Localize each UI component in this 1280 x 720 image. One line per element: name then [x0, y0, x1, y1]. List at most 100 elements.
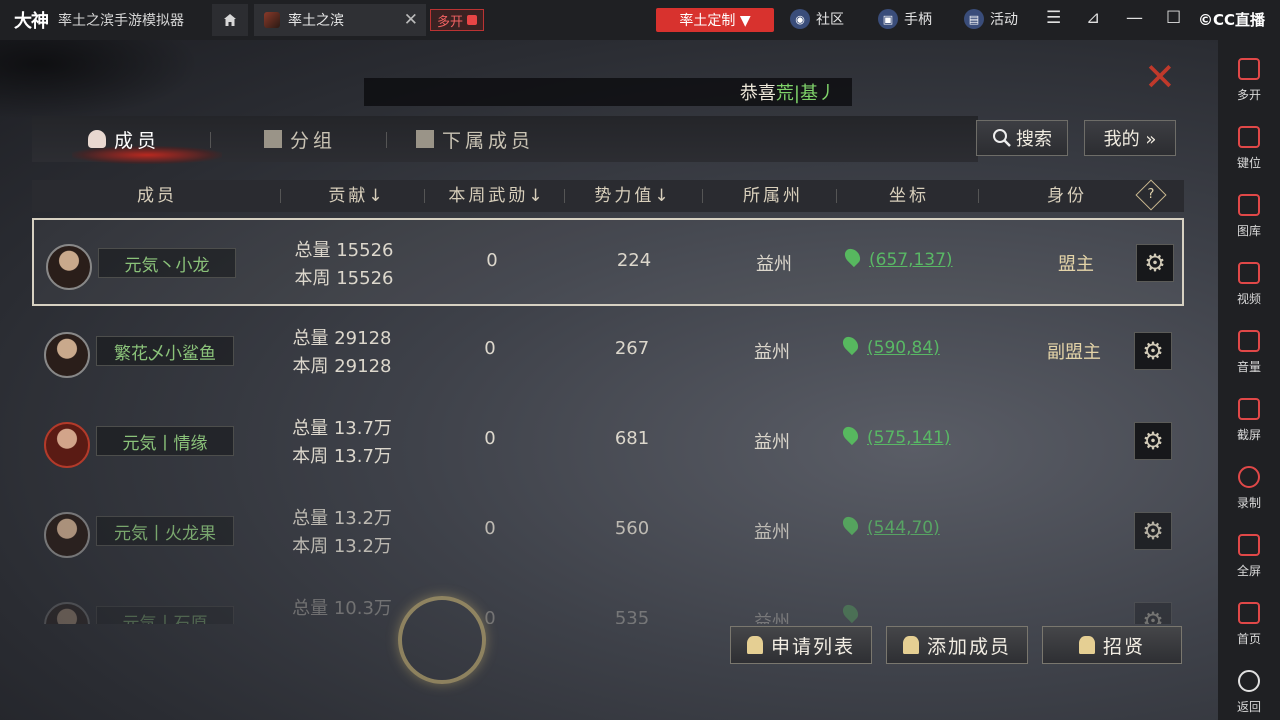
state-value: 益州 — [754, 522, 790, 543]
home-tab-button[interactable] — [212, 4, 248, 36]
tab-members[interactable]: 成员 — [88, 124, 160, 154]
menu-icon[interactable]: ☰ — [1046, 8, 1061, 28]
contribution-week: 本周 13.7万 — [292, 446, 392, 467]
coordinate-link[interactable] — [839, 601, 867, 624]
sidebar-item-label: 录制 — [1236, 496, 1261, 510]
gear-icon[interactable]: ⚙ — [1134, 332, 1172, 370]
col-divider — [702, 189, 703, 203]
close-panel-icon[interactable]: ✕ — [1144, 58, 1176, 96]
custom-button[interactable]: 率土定制 ▼ — [656, 8, 774, 32]
gear-icon[interactable]: ⚙ — [1134, 422, 1172, 460]
pin-icon[interactable]: ⊿ — [1086, 8, 1100, 28]
screenshot-icon — [1238, 398, 1260, 420]
fullscreen-icon — [1238, 534, 1260, 556]
search-label: 搜索 — [1016, 129, 1052, 150]
activity-link[interactable]: ▤ 活动 — [964, 9, 1018, 29]
recruit-button[interactable]: 招贤 — [1042, 626, 1182, 664]
coordinate-link[interactable]: (544,70) — [839, 513, 940, 538]
tab-divider — [210, 132, 211, 148]
community-icon: ◉ — [790, 9, 810, 29]
multi-open-icon — [467, 15, 478, 25]
avatar[interactable] — [44, 332, 90, 378]
game-tab-title: 率土之滨 — [288, 13, 344, 29]
avatar[interactable] — [46, 244, 92, 290]
sidebar-item-multi-open[interactable]: 多开 — [1218, 58, 1280, 103]
sidebar-item-volume[interactable]: 音量 — [1218, 330, 1280, 375]
close-icon[interactable]: ✕ — [404, 10, 418, 30]
sidebar-item-video[interactable]: 视频 — [1218, 262, 1280, 307]
coordinate-text[interactable]: (657,137) — [869, 250, 953, 270]
location-pin-icon — [839, 601, 862, 624]
video-icon — [1238, 262, 1260, 284]
coordinate-link[interactable]: (575,141) — [839, 423, 951, 448]
add-member-button[interactable]: 添加成员 — [886, 626, 1028, 664]
application-list-button[interactable]: 申请列表 — [730, 626, 872, 664]
col-weekly-merit[interactable]: 本周武勋↓ — [432, 180, 562, 212]
search-button[interactable]: 搜索 — [976, 120, 1068, 156]
col-power[interactable]: 势力值↓ — [578, 180, 688, 212]
tab-groups[interactable]: 分组 — [264, 124, 336, 154]
tab-subordinates-label: 下属成员 — [442, 129, 535, 152]
gear-icon[interactable]: ⚙ — [1136, 244, 1174, 282]
gamepad-link[interactable]: ▣ 手柄 — [878, 9, 932, 29]
avatar[interactable] — [44, 602, 90, 624]
table-row[interactable]: 元気丨情缘 总量 13.7万 本周 13.7万 0 681 益州 (575,14… — [32, 398, 1184, 486]
contribution-total: 总量 29128 — [292, 328, 392, 349]
help-icon[interactable]: ? — [1135, 179, 1167, 211]
member-list: 元気丶小龙 总量 15526 本周 15526 0 224 益州 (657,13… — [32, 218, 1184, 624]
weekly-merit: 0 — [484, 338, 496, 359]
gear-icon[interactable]: ⚙ — [1134, 602, 1172, 624]
table-row[interactable]: 繁花乄小鲨鱼 总量 29128 本周 29128 0 267 益州 (590,8… — [32, 308, 1184, 396]
col-member[interactable]: 成员 — [92, 180, 222, 212]
community-link[interactable]: ◉ 社区 — [790, 9, 844, 29]
coordinate-link[interactable]: (657,137) — [841, 245, 953, 270]
coordinate-text[interactable]: (575,141) — [867, 428, 951, 448]
sidebar-item-keymap[interactable]: 键位 — [1218, 126, 1280, 171]
game-viewport: ✕ 恭喜 荒|基丿 成员 分组 下属成员 搜索 我的 » 成员 贡献↓ 本周武勋… — [0, 40, 1218, 720]
sidebar-item-label: 全屏 — [1236, 564, 1261, 578]
contribution-total: 总量 13.7万 — [292, 418, 392, 439]
table-row[interactable]: 元気丨石原 总量 10.3万 0 535 益州 ⚙ — [32, 578, 1184, 624]
table-row[interactable]: 元気丶小龙 总量 15526 本周 15526 0 224 益州 (657,13… — [32, 218, 1184, 306]
flag-icon — [1078, 636, 1095, 654]
maximize-icon[interactable]: ☐ — [1166, 8, 1181, 28]
location-pin-icon — [839, 333, 862, 355]
activity-label: 活动 — [990, 12, 1018, 28]
col-role: 身份 — [1047, 186, 1087, 206]
sidebar-item-screenshot[interactable]: 截屏 — [1218, 398, 1280, 443]
sidebar-item-record[interactable]: 录制 — [1218, 466, 1280, 511]
contribution-cell: 总量 13.7万 本周 13.7万 — [272, 415, 412, 471]
member-name: 元気丨石原 — [96, 606, 234, 624]
tab-subordinates[interactable]: 下属成员 — [416, 124, 534, 154]
state-value: 益州 — [756, 254, 792, 275]
multi-open-label: 多开 — [437, 14, 464, 30]
game-tab[interactable]: 率土之滨 ✕ — [254, 4, 426, 36]
state-value: 益州 — [754, 432, 790, 453]
sidebar-item-back[interactable]: 返回 — [1218, 670, 1280, 715]
avatar[interactable] — [44, 422, 90, 468]
contribution-total: 总量 10.3万 — [292, 598, 392, 619]
table-row[interactable]: 元気丨火龙果 总量 13.2万 本周 13.2万 0 560 益州 (544,7… — [32, 488, 1184, 576]
multi-open-button[interactable]: 多开 — [430, 9, 485, 31]
record-icon — [1238, 466, 1260, 488]
sidebar-item-gallery[interactable]: 图库 — [1218, 194, 1280, 239]
member-name: 元気丶小龙 — [98, 248, 236, 278]
application-list-label: 申请列表 — [770, 635, 855, 658]
col-contribution[interactable]: 贡献↓ — [302, 180, 412, 212]
coordinate-link[interactable]: (590,84) — [839, 333, 940, 358]
mine-button[interactable]: 我的 » — [1084, 120, 1176, 156]
col-divider — [978, 189, 979, 203]
application-icon — [746, 636, 763, 654]
minimize-icon[interactable]: — — [1126, 8, 1143, 28]
contribution-cell: 总量 29128 本周 29128 — [272, 325, 412, 381]
sidebar-item-label: 首页 — [1236, 632, 1261, 646]
community-label: 社区 — [816, 12, 844, 28]
sidebar-item-home[interactable]: 首页 — [1218, 602, 1280, 647]
sidebar-item-fullscreen[interactable]: 全屏 — [1218, 534, 1280, 579]
avatar[interactable] — [44, 512, 90, 558]
sidebar-item-label: 返回 — [1236, 700, 1261, 714]
coordinate-text[interactable]: (590,84) — [867, 338, 940, 358]
coordinate-text[interactable]: (544,70) — [867, 518, 940, 538]
gear-icon[interactable]: ⚙ — [1134, 512, 1172, 550]
member-table-header: 成员 贡献↓ 本周武勋↓ 势力值↓ 所属州 坐标 身份 ? — [32, 179, 1184, 212]
